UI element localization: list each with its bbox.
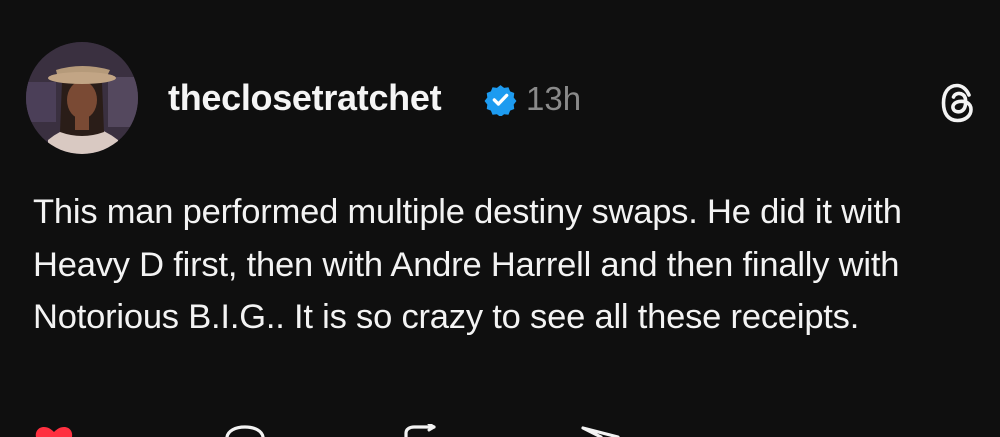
threads-logo-icon[interactable] xyxy=(940,82,978,124)
verified-badge-icon xyxy=(484,85,517,116)
post-text: This man performed multiple destiny swap… xyxy=(33,193,902,336)
comment-icon[interactable] xyxy=(224,424,266,437)
username[interactable]: theclosetratchet xyxy=(168,76,442,120)
post-timestamp: 13h xyxy=(526,80,582,117)
heart-icon[interactable] xyxy=(33,424,75,437)
avatar-image xyxy=(26,42,138,154)
post-actions-bar xyxy=(0,420,1000,437)
repost-icon[interactable] xyxy=(402,424,444,437)
avatar[interactable] xyxy=(26,42,138,154)
share-icon[interactable] xyxy=(580,424,622,437)
threads-post: theclosetratchet 13h This man performed … xyxy=(0,0,1000,437)
